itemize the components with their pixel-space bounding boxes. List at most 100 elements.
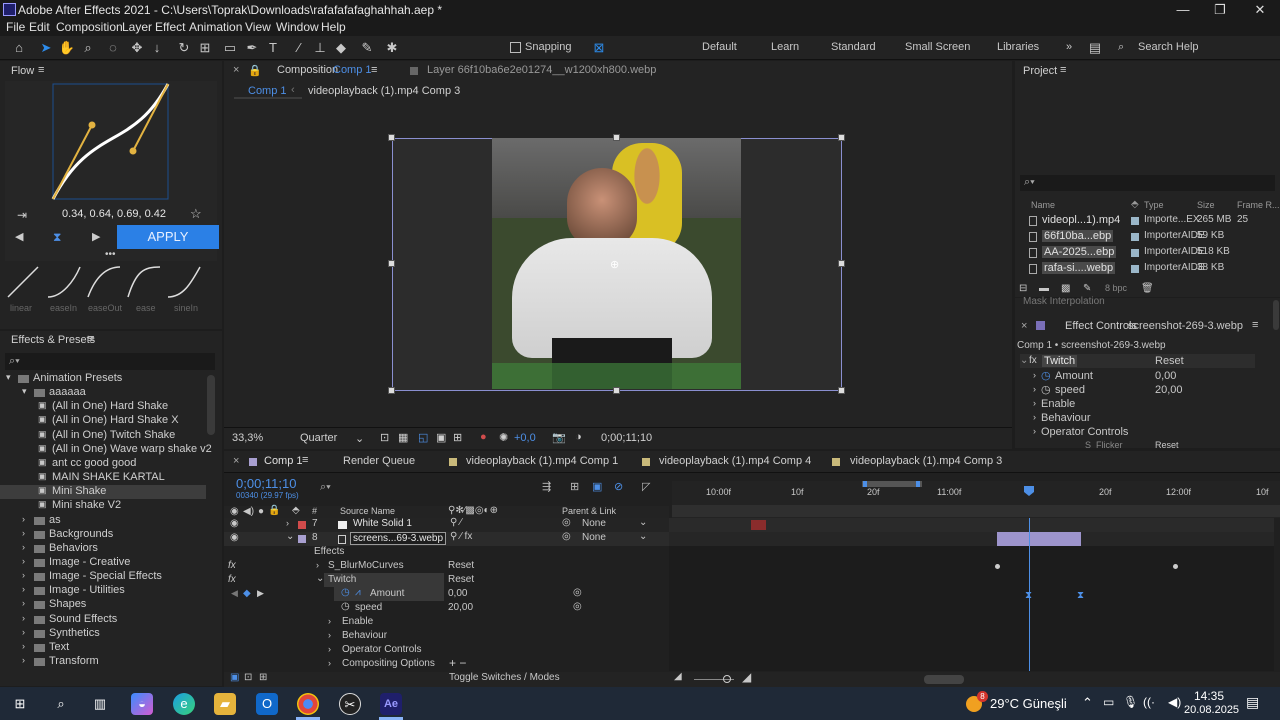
minimize-button[interactable]: —	[1163, 0, 1203, 20]
settings-icon[interactable]: ✎	[1083, 283, 1091, 294]
prop-compositing-options[interactable]: Compositing Options	[342, 658, 435, 669]
project-item-name[interactable]: videopl...1).mp4	[1042, 214, 1120, 226]
preset-easeout-label[interactable]: easeOut	[88, 303, 122, 313]
chrome-icon[interactable]	[297, 693, 319, 715]
panel-menu-icon[interactable]: ≡	[38, 64, 44, 76]
audio-toggle-icon[interactable]: ◀)	[243, 506, 254, 517]
col-source-name[interactable]: Source Name	[340, 506, 395, 516]
list-item[interactable]: ▾ aaaaaa	[0, 386, 206, 400]
blur-reset-link[interactable]: Reset	[448, 560, 474, 571]
new-folder-icon[interactable]: ▬	[1039, 283, 1049, 294]
transform-handle[interactable]	[388, 387, 395, 394]
transform-handle[interactable]	[613, 134, 620, 141]
tab-composition[interactable]: Composition	[277, 64, 338, 76]
prop-speed[interactable]: speed	[355, 602, 382, 613]
toggle-switches-modes[interactable]: Toggle Switches / Modes	[449, 672, 560, 683]
label-color[interactable]	[1131, 217, 1139, 225]
fx-icon[interactable]: fx	[228, 560, 236, 571]
prev-keyframe-icon[interactable]: ◀	[231, 588, 238, 599]
switches-icons[interactable]: ⚲✻∕▩◎◐⊕	[448, 505, 498, 516]
project-item-name[interactable]: AA-2025...ebp	[1042, 246, 1117, 258]
amount-value[interactable]: 0,00	[448, 588, 467, 599]
parent-dropdown[interactable]: None	[582, 532, 606, 543]
zoom-slider-thumb[interactable]	[723, 675, 731, 683]
layer7-bar[interactable]	[751, 520, 766, 530]
effect-reset-link[interactable]: Reset	[1155, 355, 1184, 367]
fx-icon[interactable]: fx	[228, 574, 236, 585]
menu-effect[interactable]: Effect	[155, 20, 185, 34]
region-of-interest-icon[interactable]: ▣	[436, 431, 446, 444]
windows-start-icon[interactable]: ⊞	[9, 693, 31, 715]
timeline-search-icon[interactable]: ⌕▾	[320, 481, 331, 494]
label-color[interactable]	[1131, 233, 1139, 241]
file-explorer-icon[interactable]: ▰	[214, 693, 236, 715]
fast-previews-icon[interactable]: ⊡	[380, 431, 389, 444]
chevron-right-icon[interactable]: ›	[22, 584, 25, 594]
label-color[interactable]	[1131, 249, 1139, 257]
video-toggle-icon[interactable]: ◉	[230, 506, 239, 517]
col-type[interactable]: Type	[1144, 200, 1164, 210]
panel-menu-icon[interactable]: ≡	[1252, 319, 1258, 331]
layer-name[interactable]: White Solid 1	[353, 518, 412, 529]
preset-ease-label[interactable]: ease	[136, 303, 156, 313]
show-hidden-icons-icon[interactable]: ⌃	[1082, 695, 1093, 711]
timeline-track-area[interactable]: ⧗ ⧗	[669, 518, 1274, 671]
tab-comp1[interactable]: Comp 1	[264, 455, 303, 467]
transparency-grid-icon[interactable]: ▦	[398, 431, 408, 444]
project-item-name[interactable]: rafa-si....webp	[1042, 262, 1116, 274]
list-item[interactable]: › Behaviors	[0, 542, 206, 556]
chevron-right-icon[interactable]: ›	[1033, 412, 1036, 422]
table-row[interactable]: AA-2025...ebp ImporterAIDE 518 KB	[1015, 245, 1280, 261]
brush-tool-icon[interactable]: ∕	[290, 39, 308, 57]
zoom-in-icon[interactable]: ◢	[742, 670, 751, 684]
eye-icon[interactable]: ◉	[230, 532, 239, 543]
label-color[interactable]	[1131, 265, 1139, 273]
flow-import-icon[interactable]: ⇥	[17, 208, 27, 222]
roto-brush-tool-icon[interactable]: ✎	[358, 39, 376, 57]
menu-file[interactable]: File	[6, 20, 25, 34]
outlook-icon[interactable]: O	[256, 693, 278, 715]
chevron-down-icon[interactable]: ⌄	[639, 517, 647, 528]
list-item[interactable]: › Image - Utilities	[0, 584, 206, 598]
chevron-right-icon[interactable]: ›	[22, 598, 25, 608]
copilot-icon[interactable]: ◒	[131, 693, 153, 715]
chevron-right-icon[interactable]: ›	[1033, 384, 1036, 394]
notification-icon[interactable]: ▤	[1246, 694, 1259, 711]
list-item[interactable]: ▣ (All in One) Wave warp shake v2	[0, 443, 212, 457]
workspace-default[interactable]: Default	[702, 41, 737, 53]
layer-row[interactable]: ◉ › 7 White Solid 1 ⚲ ∕ ◎ None ⌄	[224, 517, 669, 532]
pan-tool-icon[interactable]: ✥	[128, 39, 146, 57]
pen-tool-icon[interactable]: ✒	[243, 39, 261, 57]
switches-icons[interactable]: ⚲ ∕	[450, 517, 462, 528]
eye-icon[interactable]: ◉	[230, 518, 239, 529]
search-help-input[interactable]: Search Help	[1138, 41, 1199, 53]
timeline-timecode[interactable]: 0;00;11;10	[236, 476, 296, 491]
col-parent-link[interactable]: Parent & Link	[562, 506, 616, 516]
lock-icon[interactable]: 🔒	[248, 64, 262, 77]
color-channels-icon[interactable]: ●	[480, 431, 487, 443]
graph-toggle-icon[interactable]: ⩘	[355, 587, 361, 598]
stopwatch-icon[interactable]: ◷	[1041, 383, 1051, 396]
favorite-star-icon[interactable]: ☆	[190, 206, 202, 222]
prop-operator-controls[interactable]: Operator Controls	[342, 644, 421, 655]
chevron-right-icon[interactable]: ›	[22, 570, 25, 580]
list-item[interactable]: ▣ Mini shake V2	[0, 499, 206, 513]
group-enable[interactable]: Enable	[1041, 398, 1075, 410]
flow-bezier-values[interactable]: 0.34, 0.64, 0.69, 0.42	[62, 208, 166, 220]
list-item[interactable]: ▣ Mini Shake	[0, 485, 206, 500]
pickwhip-icon[interactable]: ◎	[562, 517, 571, 528]
group-behaviour[interactable]: Behaviour	[1041, 412, 1091, 424]
transform-handle[interactable]	[838, 260, 845, 267]
new-comp-icon[interactable]: ▩	[1061, 283, 1070, 294]
chevron-down-icon[interactable]: ⌄	[639, 531, 647, 542]
stopwatch-icon[interactable]: ◷	[341, 601, 350, 612]
pickwhip-icon[interactable]: ◎	[562, 531, 571, 542]
orbit-tool-icon[interactable]: ◌	[104, 39, 122, 57]
expression-pickwhip-icon[interactable]: ◎	[573, 587, 582, 598]
work-area-end-handle[interactable]	[916, 481, 920, 487]
search-icon[interactable]: ⌕	[50, 693, 72, 715]
zoom-out-icon[interactable]: ◢	[674, 671, 682, 682]
list-item[interactable]: › Transform	[0, 655, 206, 669]
workspace-learn[interactable]: Learn	[771, 41, 799, 53]
next-effect-name[interactable]: S_Flicker	[1085, 440, 1123, 448]
